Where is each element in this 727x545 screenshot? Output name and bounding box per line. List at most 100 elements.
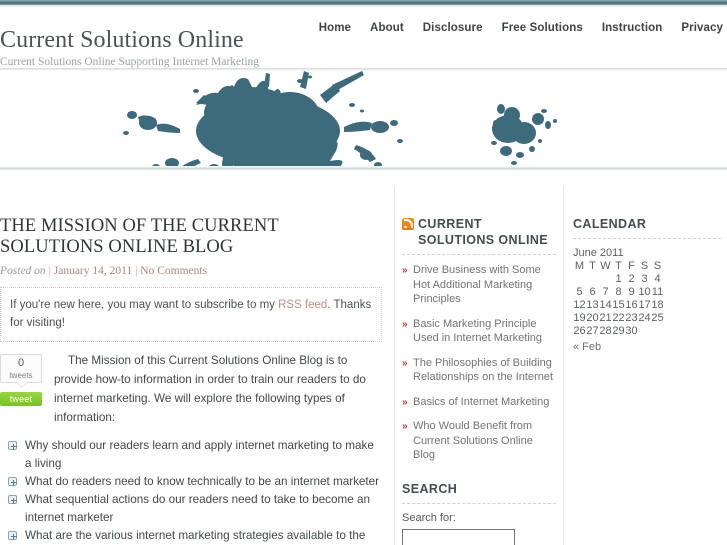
list-item-label[interactable]: Drive Business with Some Hot Additional … <box>413 264 541 305</box>
rss-feed-link[interactable]: RSS feed <box>278 299 327 311</box>
content-area: THE MISSION OF THE CURRENT SOLUTIONS ONL… <box>0 186 727 545</box>
tweet-button[interactable]: tweet <box>0 392 42 406</box>
tweet-count-bubble[interactable]: 0 tweets <box>0 354 42 388</box>
nav-item-instruction[interactable]: Instruction <box>602 22 663 34</box>
calendar-day: 9 <box>628 286 635 298</box>
calendar-day <box>599 273 612 286</box>
list-item-label: What are the various internet marketing … <box>25 529 366 542</box>
calendar-day: 27 <box>586 325 599 337</box>
calendar-weekday: S <box>640 260 649 272</box>
widget-title-label: CURRENT SOLUTIONS ONLINE <box>418 217 549 247</box>
list-item-label[interactable]: Who Would Benefit from Current Solutions… <box>413 420 533 461</box>
list-item: Why should our readers learn and apply i… <box>8 437 380 473</box>
site-branding[interactable]: Current Solutions Online Current Solutio… <box>0 27 259 70</box>
calendar-day: 8 <box>615 286 622 298</box>
calendar-weekday: T <box>589 260 596 272</box>
widget-current-solutions-feed: CURRENT SOLUTIONS ONLINE » Drive Busines… <box>402 216 562 463</box>
primary-navigation[interactable]: Home About Disclosure Free Solutions Ins… <box>319 22 723 34</box>
plus-bullet-icon <box>8 495 17 504</box>
calendar-day: 20 <box>586 312 599 324</box>
post-title[interactable]: THE MISSION OF THE CURRENT SOLUTIONS ONL… <box>0 216 382 258</box>
subscribe-notice-text: If you're new here, you may want to subs… <box>10 296 372 332</box>
widget-divider <box>402 502 556 504</box>
calendar-day <box>573 273 586 286</box>
calendar-day: 24 <box>638 312 651 324</box>
calendar-week-row: 12 13 14 15 16 17 18 <box>573 299 664 312</box>
calendar-weekday: M <box>574 260 585 272</box>
post-intro-paragraph: The Mission of this Current Solutions On… <box>54 354 366 424</box>
list-item[interactable]: » Drive Business with Some Hot Additiona… <box>402 263 556 307</box>
widget-title-label: CALENDAR <box>573 217 647 231</box>
list-item[interactable]: » Basics of Internet Marketing <box>402 395 556 410</box>
calendar-table: M T W T F S S 1 2 3 4 5 6 7 8 9 10 11 12… <box>573 260 664 338</box>
subscribe-text-before: If you're new here, you may want to subs… <box>10 299 279 311</box>
calendar-day: 25 <box>651 312 664 324</box>
calendar-day: 11 <box>651 286 664 298</box>
post-date-link[interactable]: January 14, 2011 <box>54 265 132 277</box>
calendar-day: 12 <box>573 299 586 311</box>
nav-item-about[interactable]: About <box>370 22 404 34</box>
list-item: What are the various internet marketing … <box>8 527 380 545</box>
column-divider-2 <box>563 186 564 545</box>
list-item-label[interactable]: Basic Marketing Principle Used in Intern… <box>413 318 542 345</box>
list-item-label[interactable]: The Philosophies of Building Relationshi… <box>413 357 553 384</box>
calendar-week-row: 26 27 28 29 30 <box>573 325 664 338</box>
calendar-day: 18 <box>651 299 664 311</box>
calendar-day: 22 <box>612 312 625 324</box>
site-title[interactable]: Current Solutions Online <box>0 27 259 53</box>
nav-item-privacy[interactable]: Privacy <box>681 22 723 34</box>
nav-item-free-solutions[interactable]: Free Solutions <box>502 22 583 34</box>
feed-item-list: » Drive Business with Some Hot Additiona… <box>402 263 556 463</box>
calendar-day: 7 <box>602 286 609 298</box>
calendar-day <box>651 325 664 338</box>
widget-divider <box>402 254 556 255</box>
list-item[interactable]: » Basic Marketing Principle Used in Inte… <box>402 317 556 346</box>
calendar-day: 1 <box>615 273 622 285</box>
tweet-widget[interactable]: 0 tweets tweet <box>0 354 42 406</box>
calendar-weekday: T <box>615 260 622 272</box>
plus-bullet-icon <box>8 477 17 486</box>
widget-title-label: SEARCH <box>402 481 458 496</box>
calendar-weekday: S <box>653 260 662 272</box>
posted-on-label: Posted on <box>0 265 46 277</box>
list-item: What do readers need to know technically… <box>8 473 380 491</box>
calendar-prev-link[interactable]: « Feb <box>573 341 601 353</box>
chevron-right-icon: » <box>402 421 408 432</box>
list-item-label: Why should our readers learn and apply i… <box>25 439 374 470</box>
banner-bottom-divider <box>0 166 727 170</box>
calendar-week-row: 19 20 21 22 23 24 25 <box>573 312 664 325</box>
calendar-nav[interactable]: « Feb <box>573 341 721 353</box>
sidebar-right: CALENDAR June 2011 M T W T F S S 1 2 3 4… <box>573 186 727 545</box>
calendar-weekday: F <box>628 260 635 272</box>
column-divider-1 <box>394 186 395 545</box>
nav-item-disclosure[interactable]: Disclosure <box>423 22 483 34</box>
tweet-count: 0 <box>17 357 25 369</box>
calendar-week-row: 1 2 3 4 <box>573 273 664 286</box>
widget-calendar: CALENDAR June 2011 M T W T F S S 1 2 3 4… <box>573 216 727 353</box>
list-item-label: What do readers need to know technically… <box>25 475 380 488</box>
calendar-day <box>638 325 651 338</box>
calendar-day <box>586 273 599 286</box>
sidebar-middle: CURRENT SOLUTIONS ONLINE » Drive Busines… <box>402 186 562 545</box>
list-item[interactable]: » Who Would Benefit from Current Solutio… <box>402 419 556 463</box>
calendar-day: 3 <box>641 273 648 285</box>
post-comments-link[interactable]: No Comments <box>140 265 207 277</box>
calendar-day: 19 <box>573 312 586 324</box>
widget-title: CURRENT SOLUTIONS ONLINE <box>402 216 556 248</box>
calendar-weekday: W <box>600 260 611 272</box>
calendar-day: 6 <box>589 286 596 298</box>
post-bullet-list: Why should our readers learn and apply i… <box>8 437 380 545</box>
list-item-label[interactable]: Basics of Internet Marketing <box>413 396 549 408</box>
calendar-day: 29 <box>612 325 625 337</box>
nav-item-home[interactable]: Home <box>319 22 351 34</box>
search-input[interactable] <box>402 528 515 545</box>
banner-image <box>0 71 727 166</box>
chevron-right-icon: » <box>402 357 408 369</box>
site-header: Current Solutions Online Current Solutio… <box>0 7 727 68</box>
list-item[interactable]: » The Philosophies of Building Relations… <box>402 356 556 385</box>
search-label: Search for: <box>402 511 456 524</box>
calendar-day: 14 <box>599 299 612 311</box>
calendar-week-row: 5 6 7 8 9 10 11 <box>573 286 664 299</box>
calendar-day: 10 <box>638 286 651 298</box>
calendar-header-row: M T W T F S S <box>573 260 664 273</box>
